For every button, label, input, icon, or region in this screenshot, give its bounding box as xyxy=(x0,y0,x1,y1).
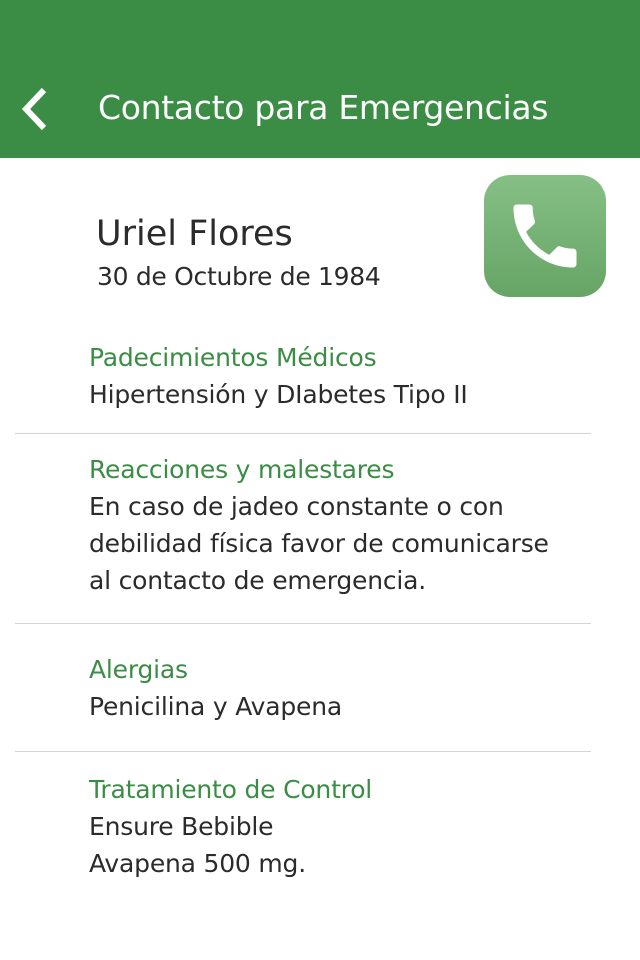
call-button[interactable] xyxy=(484,175,606,297)
medical-conditions-section: Padecimientos Médicos Hipertensión y DIa… xyxy=(89,339,609,413)
section-text: Avapena 500 mg. xyxy=(89,849,306,878)
section-body: Ensure Bebible Avapena 500 mg. xyxy=(89,808,609,882)
page-title: Contacto para Emergencias xyxy=(98,88,549,127)
section-text: Hipertensión y DIabetes Tipo II xyxy=(89,380,468,409)
chevron-left-icon xyxy=(21,87,47,131)
contact-birth-date: 30 de Octubre de 1984 xyxy=(97,262,381,291)
divider xyxy=(15,751,591,752)
divider xyxy=(15,433,591,434)
section-title: Padecimientos Médicos xyxy=(89,343,377,372)
back-button[interactable] xyxy=(14,82,60,136)
section-text: debilidad física favor de comunicarse xyxy=(89,529,549,558)
section-body: Hipertensión y DIabetes Tipo II xyxy=(89,376,609,413)
reactions-section: Reacciones y malestares En caso de jadeo… xyxy=(89,451,609,599)
treatment-section: Tratamiento de Control Ensure Bebible Av… xyxy=(89,771,609,882)
phone-icon xyxy=(513,204,577,268)
contact-name: Uriel Flores xyxy=(96,214,293,254)
section-body: Penicilina y Avapena xyxy=(89,688,609,725)
app-header: Contacto para Emergencias xyxy=(0,0,640,158)
section-text: En caso de jadeo constante o con xyxy=(89,492,504,521)
section-text: Ensure Bebible xyxy=(89,812,274,841)
section-text: al contacto de emergencia. xyxy=(89,566,427,595)
section-body: En caso de jadeo constante o con debilid… xyxy=(89,488,609,599)
section-title: Alergias xyxy=(89,655,188,684)
section-text: Penicilina y Avapena xyxy=(89,692,342,721)
allergies-section: Alergias Penicilina y Avapena xyxy=(89,651,609,725)
section-title: Tratamiento de Control xyxy=(89,775,373,804)
divider xyxy=(15,623,591,624)
section-title: Reacciones y malestares xyxy=(89,455,395,484)
